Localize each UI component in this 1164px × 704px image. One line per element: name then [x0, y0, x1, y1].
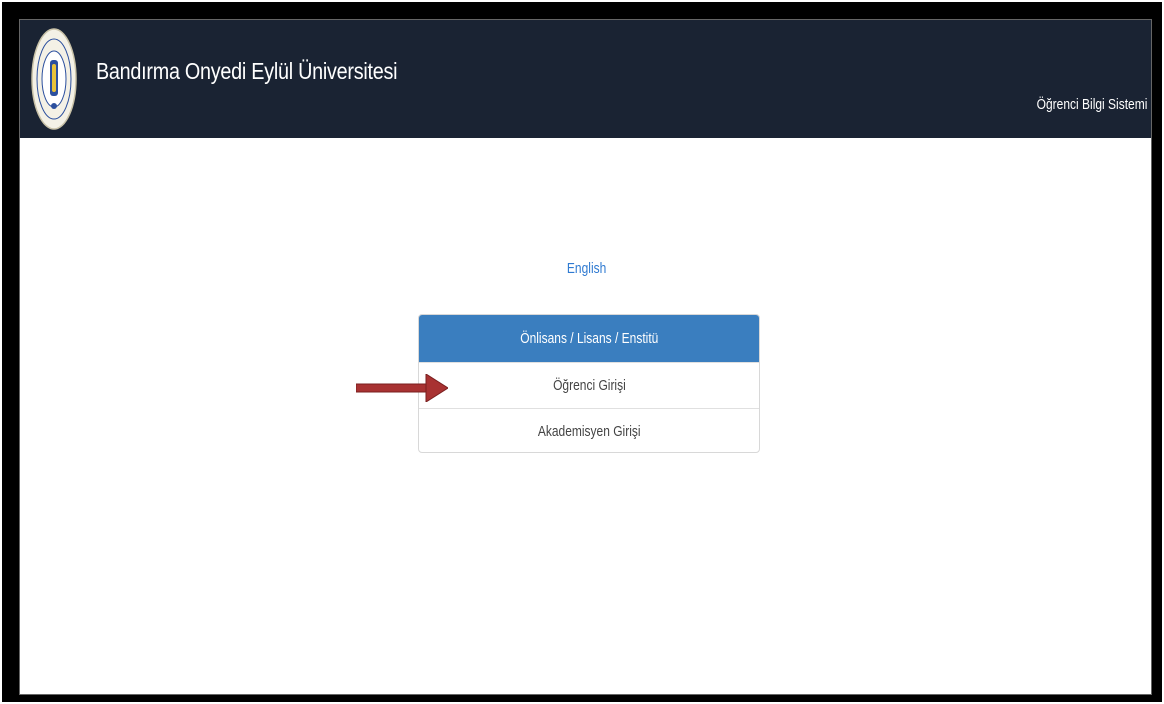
language-switch: English [20, 260, 1151, 277]
panel-heading-label: Önlisans / Lisans / Enstitü [519, 330, 659, 347]
student-login-link[interactable]: Öğrenci Girişi [419, 362, 759, 408]
english-link[interactable]: English [567, 260, 606, 277]
login-panel: Önlisans / Lisans / Enstitü Öğrenci Giri… [418, 314, 760, 453]
university-name[interactable]: Bandırma Onyedi Eylül Üniversitesi [96, 58, 398, 85]
student-login-label: Öğrenci Girişi [552, 377, 626, 394]
academic-login-link[interactable]: Akademisyen Girişi [419, 408, 759, 452]
panel-heading: Önlisans / Lisans / Enstitü [419, 315, 759, 362]
red-arrow-icon [356, 374, 448, 402]
site-header: Bandırma Onyedi Eylül Üniversitesi Öğren… [20, 20, 1151, 138]
academic-login-label: Akademisyen Girişi [537, 423, 641, 440]
screenshot-frame: Bandırma Onyedi Eylül Üniversitesi Öğren… [2, 2, 1162, 702]
university-seal-icon[interactable] [30, 24, 78, 134]
browser-viewport: Bandırma Onyedi Eylül Üniversitesi Öğren… [19, 19, 1152, 695]
system-name: Öğrenci Bilgi Sistemi [1036, 96, 1147, 113]
